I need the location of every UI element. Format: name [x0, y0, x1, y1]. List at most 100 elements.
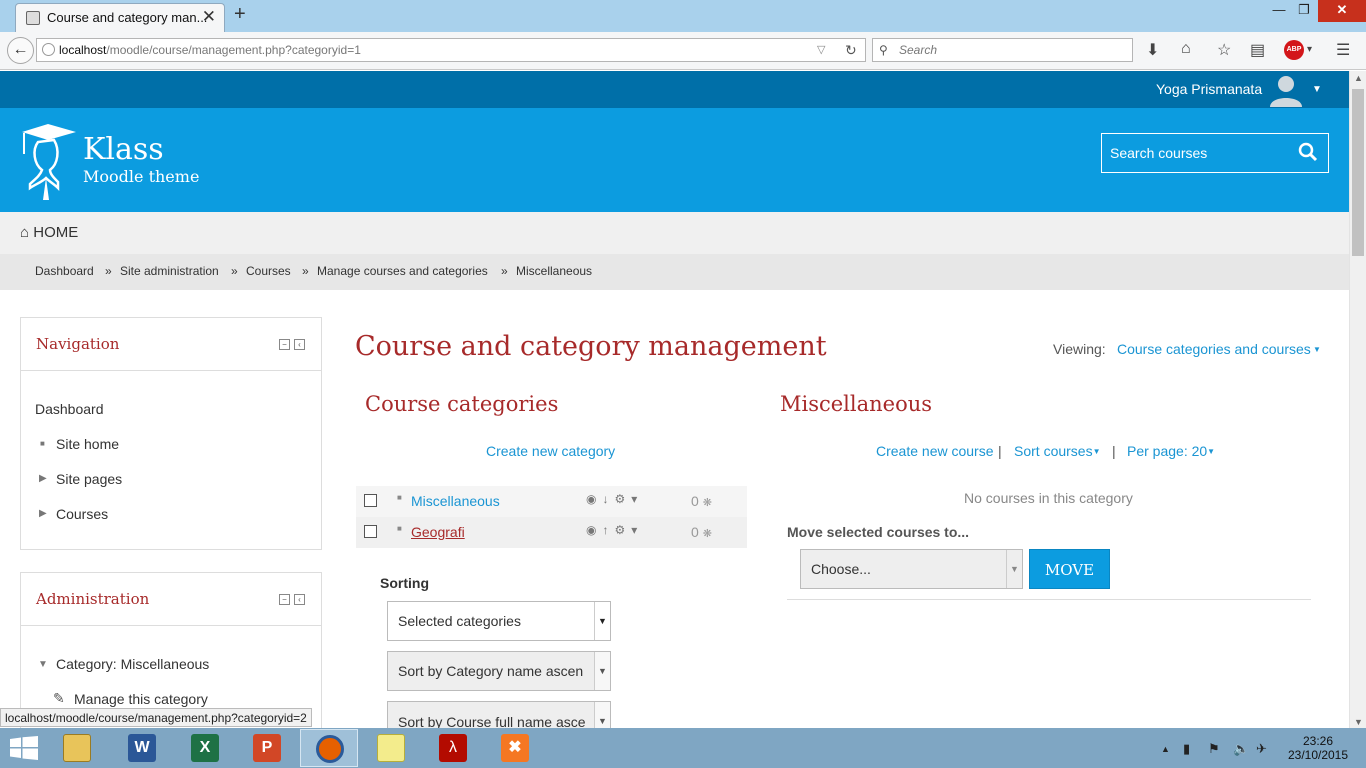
- url-dropdown-icon[interactable]: ▽: [817, 39, 825, 61]
- tray-action-center-icon[interactable]: ⚑: [1208, 741, 1220, 757]
- move-button[interactable]: MOVE: [1029, 549, 1110, 589]
- eye-icon[interactable]: ◉: [586, 523, 602, 537]
- nav-item-site-home[interactable]: Site home: [56, 436, 119, 452]
- course-search-input[interactable]: Search courses: [1101, 133, 1329, 173]
- taskbar-word[interactable]: W: [113, 729, 171, 767]
- expand-arrow-icon[interactable]: ▶: [39, 508, 47, 519]
- breadcrumb-separator-icon: »: [231, 264, 238, 278]
- taskbar-clock[interactable]: 23:26 23/10/2015: [1283, 734, 1353, 762]
- adblock-dropdown-icon[interactable]: ▾: [1307, 44, 1312, 55]
- category-checkbox[interactable]: [364, 494, 377, 507]
- taskbar-firefox[interactable]: [300, 729, 358, 767]
- select-arrow-icon: ▼: [594, 702, 610, 728]
- breadcrumb-item-site-administration[interactable]: Site administration: [120, 264, 219, 278]
- sort-categories-select[interactable]: Sort by Category name ascen ▼: [387, 651, 611, 691]
- nav-item-site-pages[interactable]: Site pages: [56, 471, 122, 487]
- sort-scope-select[interactable]: Selected categories ▼: [387, 601, 611, 641]
- collapse-block-icon[interactable]: −: [279, 594, 290, 605]
- sort-courses-dropdown[interactable]: Sort courses▼: [1014, 443, 1101, 459]
- per-page-dropdown[interactable]: Per page: 20▼: [1127, 443, 1215, 459]
- reading-list-icon[interactable]: ▤: [1250, 40, 1265, 60]
- window-close-button[interactable]: ✕: [1318, 0, 1366, 22]
- breadcrumb-separator-icon: »: [302, 264, 309, 278]
- site-info-icon[interactable]: [42, 43, 55, 56]
- admin-item-category[interactable]: Category: Miscellaneous: [56, 656, 209, 672]
- expand-arrow-icon[interactable]: ▶: [39, 473, 47, 484]
- gear-menu-icon[interactable]: ⚙▾: [614, 492, 643, 506]
- home-icon[interactable]: ⌂: [1181, 40, 1191, 58]
- eye-icon[interactable]: ◉: [586, 492, 602, 506]
- tray-airplane-icon[interactable]: ✈: [1256, 741, 1267, 757]
- taskbar-file-explorer[interactable]: [48, 729, 106, 767]
- scroll-down-icon[interactable]: ▼: [1354, 717, 1363, 727]
- select-arrow-icon: ▼: [594, 652, 610, 690]
- search-icon[interactable]: [1298, 142, 1318, 162]
- clock-date: 23/10/2015: [1287, 748, 1349, 762]
- caret-down-icon: ▼: [1092, 447, 1101, 456]
- xampp-icon: ✖: [501, 734, 529, 762]
- breadcrumb-item-dashboard[interactable]: Dashboard: [35, 264, 94, 278]
- back-arrow-icon[interactable]: ←: [7, 37, 34, 64]
- taskbar-xampp[interactable]: ✖: [486, 729, 544, 767]
- tab-title: Course and category man...: [47, 10, 208, 25]
- bookmark-star-icon[interactable]: ☆: [1217, 40, 1231, 60]
- dock-block-icon[interactable]: ‹: [294, 594, 305, 605]
- move-target-select[interactable]: Choose... ▼: [800, 549, 1023, 589]
- download-icon[interactable]: ⬇: [1146, 40, 1159, 60]
- browser-search-input[interactable]: ⚲ Search: [872, 38, 1133, 62]
- taskbar-excel[interactable]: X: [176, 729, 234, 767]
- viewing-mode-dropdown[interactable]: Course categories and courses ▼: [1117, 341, 1321, 357]
- breadcrumb-item-courses[interactable]: Courses: [246, 264, 291, 278]
- category-course-count: 0 ❋: [691, 524, 712, 540]
- breadcrumb-item-manage[interactable]: Manage courses and categories: [317, 264, 488, 278]
- scroll-up-icon[interactable]: ▲: [1354, 73, 1363, 83]
- browser-tab-active[interactable]: Course and category man... ✕: [15, 3, 225, 32]
- url-bar[interactable]: localhost/moodle/course/management.php?c…: [36, 38, 866, 62]
- tray-expand-icon[interactable]: ▲: [1161, 744, 1170, 754]
- category-name[interactable]: Geografi: [411, 524, 465, 540]
- collapse-block-icon[interactable]: −: [279, 339, 290, 350]
- home-menu-link[interactable]: ⌂ HOME: [20, 224, 78, 241]
- tab-close-icon[interactable]: ✕: [202, 7, 216, 27]
- create-category-link[interactable]: Create new category: [486, 443, 615, 459]
- site-name[interactable]: Klass: [83, 132, 164, 167]
- taskbar-sticky-notes[interactable]: [362, 729, 420, 767]
- tray-device-icon[interactable]: ▮: [1183, 741, 1190, 757]
- user-menu-caret-icon[interactable]: ▼: [1312, 84, 1322, 95]
- sort-courses-select[interactable]: Sort by Course full name asce ▼: [387, 701, 611, 728]
- scrollbar-thumb[interactable]: [1352, 89, 1364, 256]
- taskbar-powerpoint[interactable]: P: [238, 729, 296, 767]
- windows-start-icon[interactable]: [10, 736, 38, 760]
- bullet-icon: ■: [40, 439, 45, 448]
- caret-down-icon: ▼: [1310, 345, 1321, 354]
- page-scrollbar[interactable]: ▲ ▼: [1349, 71, 1366, 729]
- separator: |: [1112, 443, 1116, 459]
- nav-item-courses[interactable]: Courses: [56, 506, 108, 522]
- tray-volume-icon[interactable]: 🔈: [1233, 741, 1249, 757]
- move-down-icon[interactable]: ↓: [602, 492, 614, 506]
- reload-icon[interactable]: ↻: [845, 39, 857, 61]
- collapse-arrow-icon[interactable]: ▼: [38, 659, 48, 670]
- new-tab-button[interactable]: +: [234, 3, 246, 26]
- admin-item-manage-category[interactable]: Manage this category: [74, 691, 208, 707]
- menu-hamburger-icon[interactable]: ☰: [1336, 40, 1350, 60]
- adblock-icon[interactable]: ABP: [1284, 40, 1304, 60]
- graduate-logo-icon[interactable]: [18, 120, 80, 202]
- dock-block-icon[interactable]: ‹: [294, 339, 305, 350]
- category-name[interactable]: Miscellaneous: [411, 493, 500, 509]
- nav-item-dashboard[interactable]: Dashboard: [35, 401, 104, 417]
- user-avatar-icon[interactable]: [1267, 73, 1305, 107]
- create-course-link[interactable]: Create new course: [876, 443, 994, 459]
- taskbar-acrobat[interactable]: λ: [424, 729, 482, 767]
- navigation-block-title: Navigation: [36, 335, 120, 353]
- separator: |: [998, 443, 1002, 459]
- categories-heading: Course categories: [365, 392, 559, 416]
- window-minimize-button[interactable]: —: [1270, 0, 1288, 22]
- gear-menu-icon[interactable]: ⚙▾: [614, 523, 643, 537]
- search-icon: ⚲: [879, 43, 888, 57]
- move-up-icon[interactable]: ↑: [602, 523, 614, 537]
- window-maximize-button[interactable]: ❐: [1295, 0, 1313, 22]
- category-checkbox[interactable]: [364, 525, 377, 538]
- breadcrumb-item-miscellaneous[interactable]: Miscellaneous: [516, 264, 592, 278]
- user-name[interactable]: Yoga Prismanata: [1156, 81, 1262, 97]
